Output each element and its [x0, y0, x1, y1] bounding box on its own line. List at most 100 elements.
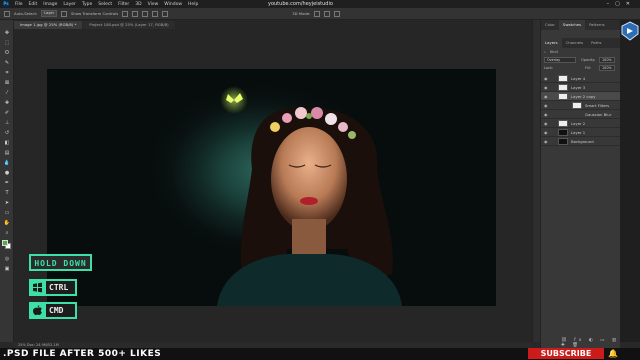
tab-image-1[interactable]: Image 1.jpg @ 25% (RGB/8) *	[14, 21, 83, 29]
align-right-icon[interactable]	[142, 10, 149, 17]
layer-name: Layer 4	[571, 76, 586, 81]
menu-filter[interactable]: Filter	[118, 2, 129, 7]
clone-stamp-tool-icon[interactable]: ⊥	[3, 120, 11, 126]
menu-file[interactable]: File	[15, 2, 23, 7]
menu-edit[interactable]: Edit	[29, 2, 38, 7]
tab-patterns[interactable]: Patterns	[585, 20, 609, 30]
tab-layers[interactable]: Layers	[541, 38, 562, 48]
visibility-eye-icon[interactable]: ◉	[544, 121, 548, 126]
dodge-tool-icon[interactable]: ●	[3, 170, 11, 176]
visibility-eye-icon[interactable]: ◉	[544, 139, 548, 144]
fill-label: Fill:	[585, 66, 591, 70]
tab-channels[interactable]: Channels	[562, 38, 588, 48]
layer-list: ◉ Layer 4 ◉ Layer 3 ◉ Layer 2 copy ◉ Smart Filt…	[541, 74, 621, 164]
gradient-tool-icon[interactable]: ▤	[3, 150, 11, 156]
auto-select-label: Auto-Select:	[14, 11, 38, 16]
orbit-icon[interactable]	[314, 10, 321, 17]
align-center-icon[interactable]	[132, 10, 139, 17]
tab-swatches[interactable]: Swatches	[558, 20, 586, 30]
kind-filter[interactable]: Kind	[550, 50, 558, 54]
menu-image[interactable]: Image	[43, 2, 57, 7]
menu-help[interactable]: Help	[188, 2, 198, 7]
blend-mode-dropdown[interactable]: Overlay	[544, 57, 576, 63]
layer-name: Layer 3	[571, 85, 586, 90]
layer-thumbnail	[558, 120, 568, 127]
eraser-tool-icon[interactable]: ◧	[3, 140, 11, 146]
layer-thumbnail	[558, 75, 568, 82]
brush-tool-icon[interactable]: ✐	[3, 110, 11, 116]
transform-checkbox[interactable]	[61, 10, 68, 17]
lasso-tool-icon[interactable]: ʘ	[3, 50, 11, 56]
layer-row[interactable]: ◉ Layer 2	[541, 119, 621, 128]
visibility-eye-icon[interactable]: ◉	[544, 112, 548, 117]
layer-row[interactable]: ◉ Background	[541, 137, 621, 146]
layer-row[interactable]: ◉ Layer 4	[541, 74, 621, 83]
transform-label: Show Transform Controls	[71, 11, 119, 16]
face	[271, 127, 347, 231]
quick-mask-icon[interactable]: ◎	[3, 256, 11, 262]
tab-project-108[interactable]: Project 108.psd @ 25% (Layer 17, RGB/8)	[83, 21, 175, 29]
lips	[300, 197, 318, 205]
window-controls[interactable]: –▢✕	[607, 1, 636, 7]
pen-tool-icon[interactable]: ✒	[3, 180, 11, 186]
layer-row[interactable]: ◉ Smart Filters	[541, 101, 621, 110]
menu-select[interactable]: Select	[98, 2, 112, 7]
screen-mode-icon[interactable]: ▣	[3, 266, 11, 272]
distribute-icon[interactable]	[152, 10, 159, 17]
fill-field[interactable]: 100%	[599, 65, 615, 71]
layer-row[interactable]: ◉ Layer 3	[541, 83, 621, 92]
move-tool-icon[interactable]: ✥	[3, 30, 11, 36]
eyedropper-tool-icon[interactable]: ⁄	[3, 90, 11, 96]
type-tool-icon[interactable]: T	[3, 190, 11, 196]
path-select-tool-icon[interactable]: ➤	[3, 200, 11, 206]
frame-tool-icon[interactable]: ⊠	[3, 80, 11, 86]
crop-tool-icon[interactable]: ⌗	[3, 70, 11, 76]
ctrl-key-label: CTRL	[46, 279, 77, 296]
layer-panel-footer-icons[interactable]: ⛓ fx ◐ ▭ ▥ ✚ 🗑	[561, 338, 620, 348]
layer-thumbnail	[572, 102, 582, 109]
align-left-icon[interactable]	[122, 10, 129, 17]
subscribe-button[interactable]: SUBSCRIBE	[528, 348, 604, 359]
visibility-eye-icon[interactable]: ◉	[544, 130, 548, 135]
layer-name: Layer 2 copy	[571, 94, 596, 99]
mode-3d-label: 3D Mode:	[292, 11, 311, 16]
tab-color[interactable]: Color	[541, 20, 559, 30]
menu-window[interactable]: Window	[164, 2, 182, 7]
more-options-icon[interactable]	[162, 10, 169, 17]
shape-tool-icon[interactable]: ▭	[3, 210, 11, 216]
marquee-tool-icon[interactable]: ⬚	[3, 40, 11, 46]
history-brush-tool-icon[interactable]: ↺	[3, 130, 11, 136]
opacity-field[interactable]: 100%	[599, 57, 615, 63]
layer-row[interactable]: ◉ Layer 1	[541, 128, 621, 137]
psd-promo-text: .PSD FILE AFTER 500+ LIKES	[3, 349, 162, 359]
collapsed-panel-dock[interactable]	[532, 20, 540, 342]
foreground-color-swatch[interactable]	[2, 240, 8, 246]
visibility-eye-icon[interactable]: ◉	[544, 85, 548, 90]
menu-3d[interactable]: 3D	[135, 2, 141, 7]
zoom-tool-icon[interactable]: ⌕	[3, 230, 11, 236]
roll-icon[interactable]	[324, 10, 331, 17]
tools-panel: ✥ ⬚ ʘ ✎ ⌗ ⊠ ⁄ ✚ ✐ ⊥ ↺ ◧ ▤ 💧 ● ✒ T ➤ ▭ ✋ …	[0, 20, 14, 342]
blur-tool-icon[interactable]: 💧	[3, 160, 11, 166]
menu-view[interactable]: View	[148, 2, 159, 7]
photoshop-logo-icon: Ps	[3, 1, 9, 7]
tab-paths[interactable]: Paths	[587, 38, 605, 48]
drag-icon[interactable]	[334, 10, 341, 17]
layer-row[interactable]: ◉ Layer 2 copy	[541, 92, 621, 101]
layer-name: Smart Filters	[585, 103, 610, 108]
menu-type[interactable]: Type	[82, 2, 92, 7]
move-tool-icon[interactable]	[4, 10, 10, 17]
document-canvas-image[interactable]	[47, 69, 496, 306]
layer-row[interactable]: ◉ Gaussian Blur	[541, 110, 621, 119]
search-icon: ⌕	[544, 50, 546, 54]
visibility-eye-icon[interactable]: ◉	[544, 103, 548, 108]
menu-layer[interactable]: Layer	[63, 2, 76, 7]
bell-icon[interactable]: 🔔	[606, 348, 620, 359]
quick-select-tool-icon[interactable]: ✎	[3, 60, 11, 66]
auto-select-dropdown[interactable]: Layer	[41, 10, 58, 17]
healing-brush-tool-icon[interactable]: ✚	[3, 100, 11, 106]
visibility-eye-icon[interactable]: ◉	[544, 76, 548, 81]
layer-name: Gaussian Blur	[585, 112, 612, 117]
hand-tool-icon[interactable]: ✋	[3, 220, 11, 226]
visibility-eye-icon[interactable]: ◉	[544, 94, 548, 99]
